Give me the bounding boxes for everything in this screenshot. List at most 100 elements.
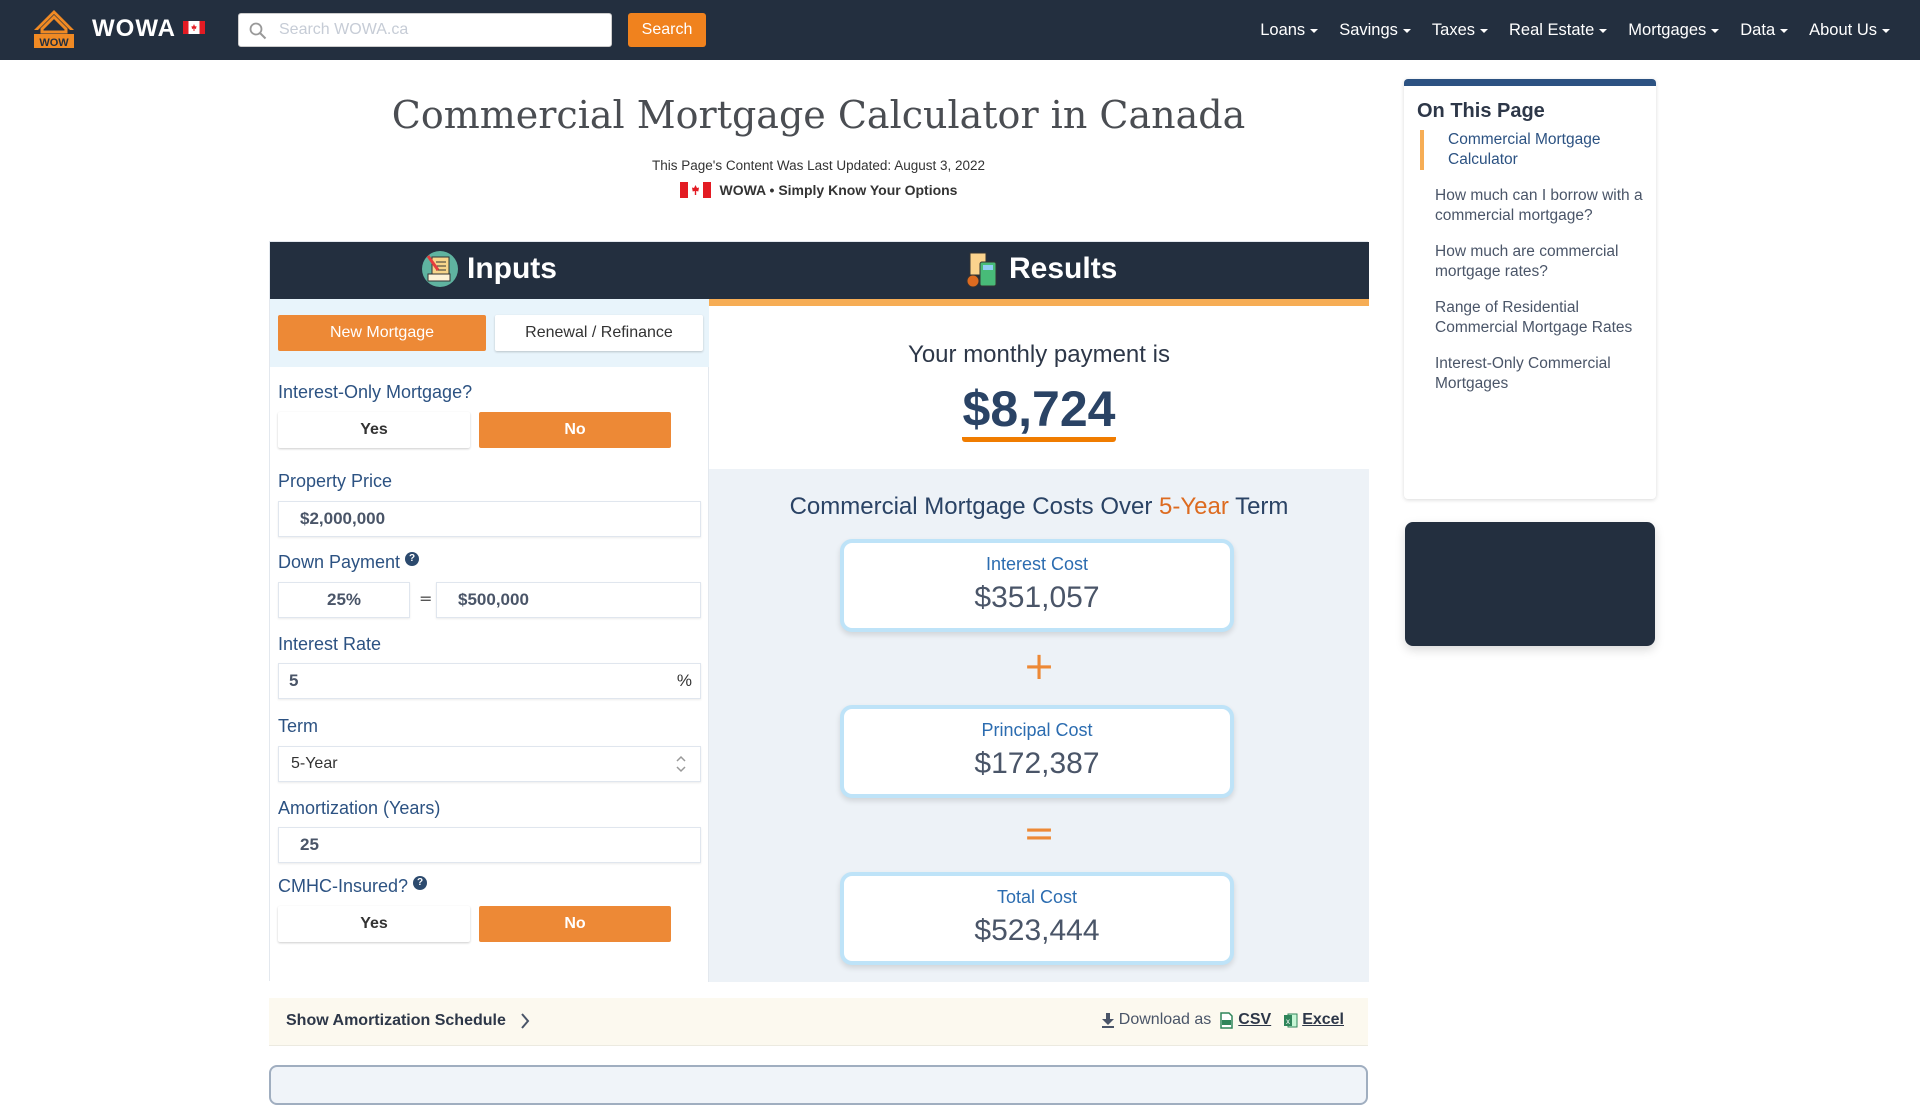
- show-amortization-toggle[interactable]: Show Amortization Schedule: [286, 1012, 530, 1030]
- costs-title-prefix: Commercial Mortgage Costs Over: [789, 493, 1159, 520]
- menu-real-estate[interactable]: Real Estate: [1509, 21, 1608, 40]
- download-csv-link[interactable]: CSV: [1238, 1011, 1271, 1029]
- renewal-refinance-button[interactable]: Renewal / Refinance: [495, 315, 703, 351]
- download-label: Download as: [1118, 1011, 1212, 1028]
- search-field[interactable]: [238, 13, 612, 47]
- on-this-page-nav: On This Page Commercial Mortgage Calcula…: [1404, 79, 1656, 499]
- cmhc-label-text: CMHC-Insured?: [278, 876, 409, 896]
- amortization-toggle-label: Show Amortization Schedule: [286, 1012, 506, 1029]
- cmhc-label: CMHC-Insured? ?: [278, 875, 428, 897]
- costs-section: Commercial Mortgage Costs Over 5-Year Te…: [709, 469, 1369, 982]
- menu-taxes[interactable]: Taxes: [1432, 21, 1488, 40]
- wowa-logo-icon[interactable]: WOW: [30, 8, 78, 50]
- toc-list: Commercial Mortgage Calculator How much …: [1420, 130, 1645, 410]
- down-payment-percent-value: 25%: [326, 590, 362, 609]
- search-icon: [249, 22, 267, 40]
- percent-suffix: %: [676, 671, 692, 690]
- download-options: Download as CSV x Excel: [1101, 1011, 1344, 1029]
- interest-rate-label: Interest Rate: [278, 634, 382, 654]
- caret-down-icon: [1711, 29, 1720, 33]
- sidebar-dark-panel: [1405, 522, 1655, 646]
- calculator-header: Inputs Results: [270, 242, 1369, 299]
- toc-item-interest-only[interactable]: Interest-Only Commercial Mortgages: [1420, 354, 1645, 394]
- download-excel-link[interactable]: Excel: [1302, 1011, 1344, 1029]
- interest-cost-card: Interest Cost $351,057: [840, 539, 1234, 632]
- menu-label: Loans: [1260, 20, 1306, 39]
- plus-sign: +: [1023, 644, 1055, 688]
- inputs-title: Inputs: [467, 252, 557, 285]
- brand-name[interactable]: WOWA: [92, 15, 176, 43]
- interest-only-yes-button[interactable]: Yes: [278, 412, 470, 448]
- term-select[interactable]: 5-Year: [278, 746, 701, 782]
- amortization-value: 25: [300, 835, 319, 854]
- toc-item-commercial-mortgage-calculator[interactable]: Commercial Mortgage Calculator: [1420, 130, 1645, 170]
- principal-cost-card: Principal Cost $172,387: [840, 705, 1234, 798]
- term-value: 5-Year: [291, 755, 338, 772]
- toc-item-rates[interactable]: How much are commercial mortgage rates?: [1420, 242, 1645, 282]
- menu-label: Data: [1740, 20, 1776, 39]
- search-input[interactable]: [279, 14, 599, 46]
- down-payment-label: Down Payment ?: [278, 551, 420, 573]
- interest-rate-input[interactable]: 5 %: [278, 663, 701, 699]
- new-mortgage-button[interactable]: New Mortgage: [278, 315, 486, 351]
- svg-text:x: x: [1286, 1017, 1290, 1026]
- last-updated: This Page's Content Was Last Updated: Au…: [651, 158, 986, 173]
- caret-down-icon: [1310, 29, 1319, 33]
- property-price-input[interactable]: $2,000,000: [278, 501, 701, 537]
- search-button[interactable]: Search: [628, 13, 706, 47]
- top-navbar: WOW WOWA Search Loans Savings Taxes Real…: [0, 0, 1920, 60]
- property-price-value: $2,000,000: [300, 509, 386, 528]
- equals-sign: =: [1023, 811, 1055, 855]
- tagline-text: WOWA • Simply Know Your Options: [719, 182, 958, 198]
- canada-flag-icon: [183, 21, 205, 34]
- caret-down-icon: [1480, 29, 1488, 33]
- svg-text:WOW: WOW: [39, 37, 69, 49]
- toc-title: On This Page: [1417, 100, 1545, 122]
- menu-mortgages[interactable]: Mortgages: [1628, 20, 1720, 40]
- download-icon: [1101, 1013, 1114, 1028]
- down-payment-amount-input[interactable]: $500,000: [436, 582, 701, 618]
- toc-item-range-of-rates[interactable]: Range of Residential Commercial Mortgage…: [1420, 298, 1645, 338]
- principal-cost-label: Principal Cost: [981, 720, 1093, 740]
- toc-item-how-much-borrow[interactable]: How much can I borrow with a commercial …: [1420, 186, 1645, 226]
- canada-flag-icon: [679, 182, 711, 198]
- menu-data[interactable]: Data: [1740, 20, 1789, 40]
- results-panel: Your monthly payment is $8,724 Commercia…: [709, 299, 1369, 982]
- tagline: WOWA • Simply Know Your Options: [269, 182, 1368, 198]
- costs-title-suffix: Term: [1228, 493, 1289, 520]
- menu-loans[interactable]: Loans: [1260, 20, 1319, 40]
- down-payment-percent-input[interactable]: 25%: [278, 582, 410, 618]
- amortization-bar: Show Amortization Schedule Download as C…: [269, 998, 1368, 1046]
- calculator-coins-icon: [966, 252, 997, 288]
- help-icon[interactable]: ?: [413, 875, 428, 890]
- monthly-payment: $8,724: [709, 381, 1369, 442]
- help-icon[interactable]: ?: [405, 551, 420, 566]
- csv-file-icon: [1220, 1011, 1234, 1029]
- chevron-right-icon: [521, 1013, 530, 1029]
- mortgage-mode-toggle: New Mortgage Renewal / Refinance: [270, 299, 709, 367]
- cmhc-no-button[interactable]: No: [479, 906, 671, 942]
- cmhc-yes-button[interactable]: Yes: [278, 906, 470, 942]
- menu-label: Mortgages: [1628, 20, 1707, 39]
- caret-down-icon: [1599, 29, 1608, 33]
- equals-sign: =: [419, 589, 433, 608]
- caret-down-icon: [1402, 29, 1411, 33]
- calculator: Inputs Results New Mortgage Renewal / Re…: [269, 241, 1369, 982]
- interest-only-no-button[interactable]: No: [479, 412, 671, 448]
- interest-rate-value: 5: [289, 671, 299, 690]
- menu-savings[interactable]: Savings: [1339, 21, 1411, 40]
- amortization-label: Amortization (Years): [278, 798, 441, 818]
- select-updown-icon: [676, 755, 686, 773]
- page-title: Commercial Mortgage Calculator in Canada: [391, 93, 1246, 137]
- results-title: Results: [1009, 252, 1118, 285]
- costs-title: Commercial Mortgage Costs Over 5-Year Te…: [709, 493, 1369, 521]
- caret-down-icon: [1882, 29, 1890, 33]
- amortization-input[interactable]: 25: [278, 827, 701, 863]
- inputs-heading: Inputs: [421, 250, 557, 288]
- menu-label: Taxes: [1431, 20, 1475, 39]
- results-accent-bar: [709, 299, 1369, 306]
- excel-file-icon: x: [1284, 1013, 1298, 1027]
- menu-about-us[interactable]: About Us: [1809, 21, 1890, 40]
- menu-label: About Us: [1809, 20, 1877, 39]
- total-cost-value: $523,444: [974, 914, 1100, 947]
